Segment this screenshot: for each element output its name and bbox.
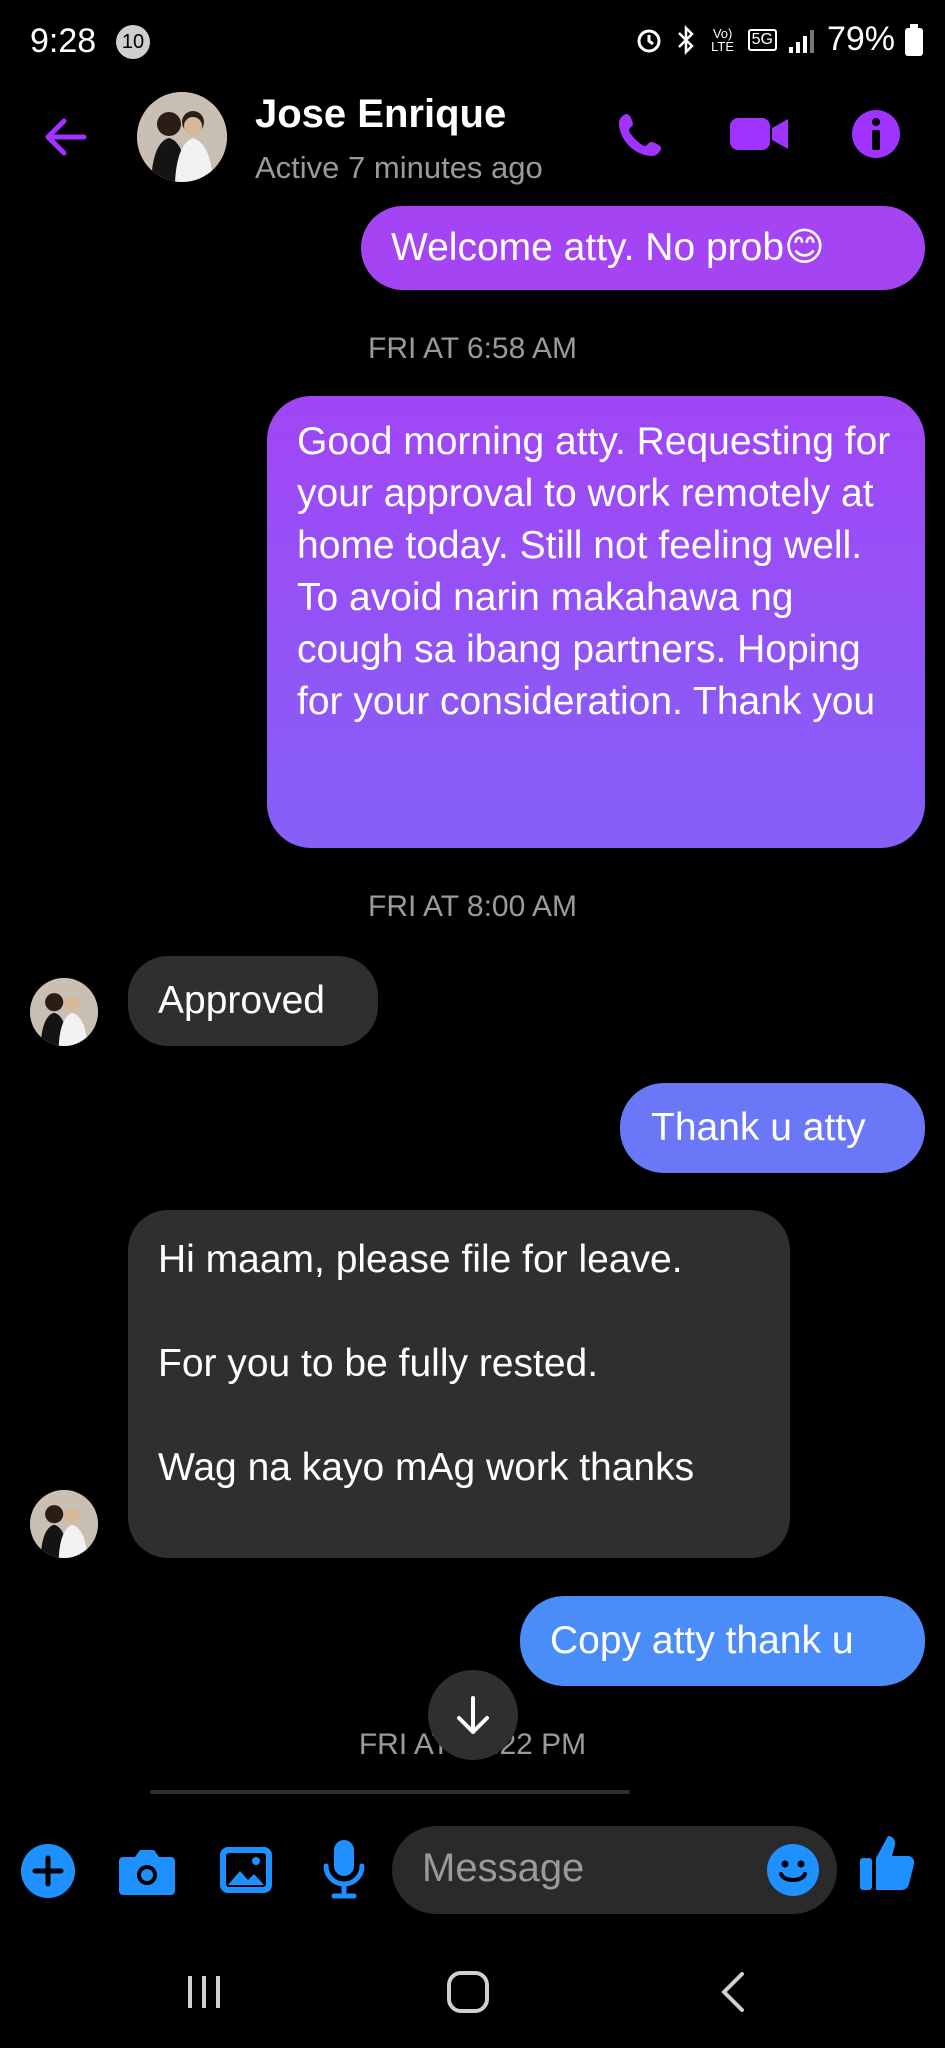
message-bubble-sent[interactable]: Welcome atty. No prob😊 <box>361 206 925 290</box>
message-bubble-sent[interactable]: Copy atty thank u <box>520 1596 925 1686</box>
contact-name[interactable]: Jose Enrique <box>255 92 506 137</box>
5g-label: 5G <box>747 28 777 51</box>
contact-avatar-small[interactable] <box>30 978 98 1046</box>
contact-avatar[interactable] <box>137 92 227 182</box>
message-bubble-sent[interactable]: Good morning atty. Requesting for your a… <box>267 396 925 848</box>
alarm-icon <box>637 29 661 52</box>
contact-avatar-small[interactable] <box>30 1490 98 1558</box>
phone-icon[interactable] <box>615 108 667 160</box>
message-bubble-received[interactable]: Hi maam, please file for leave. For you … <box>128 1210 790 1558</box>
volte-label: Vo) LTE <box>711 25 735 54</box>
contact-status: Active 7 minutes ago <box>255 150 543 185</box>
recents-icon[interactable] <box>184 1972 224 2012</box>
back-arrow-icon[interactable] <box>40 112 90 162</box>
plus-icon[interactable] <box>20 1843 76 1899</box>
home-icon[interactable] <box>446 1970 490 2014</box>
clock: 9:28 <box>30 22 97 60</box>
notification-count-badge: 10 <box>116 25 150 59</box>
battery-icon <box>905 23 923 56</box>
status-icons: Vo) LTE 5G 79% <box>634 20 923 59</box>
emoji-icon[interactable] <box>765 1842 821 1898</box>
bluetooth-icon <box>677 24 694 55</box>
scroll-to-bottom-button[interactable] <box>428 1670 518 1760</box>
avatar-photo <box>137 92 227 182</box>
camera-icon[interactable] <box>117 1843 177 1899</box>
avatar-photo <box>30 1490 98 1558</box>
info-icon[interactable] <box>850 108 902 160</box>
video-icon[interactable] <box>728 108 790 160</box>
nav-back-icon[interactable] <box>718 1970 748 2014</box>
gallery-icon[interactable] <box>218 1843 274 1899</box>
mic-icon[interactable] <box>320 1838 368 1902</box>
signal-icon <box>788 29 814 53</box>
timestamp: FRI AT 6:58 AM <box>368 332 577 365</box>
timestamp: FRI AT 8:00 AM <box>368 890 577 923</box>
message-bubble-sent[interactable]: Thank u atty <box>620 1083 925 1173</box>
battery-percent: 79% <box>826 20 895 58</box>
avatar-photo <box>30 978 98 1046</box>
message-bubble-received[interactable]: Approved <box>128 956 378 1046</box>
message-placeholder: Message <box>422 1846 585 1890</box>
partial-bubble-edge <box>150 1790 630 1794</box>
thumbs-up-icon[interactable] <box>858 1832 916 1894</box>
status-bar: 9:28 10 Vo) LTE 5G 79% <box>0 0 945 88</box>
scroll-down-icon <box>457 1696 489 1734</box>
